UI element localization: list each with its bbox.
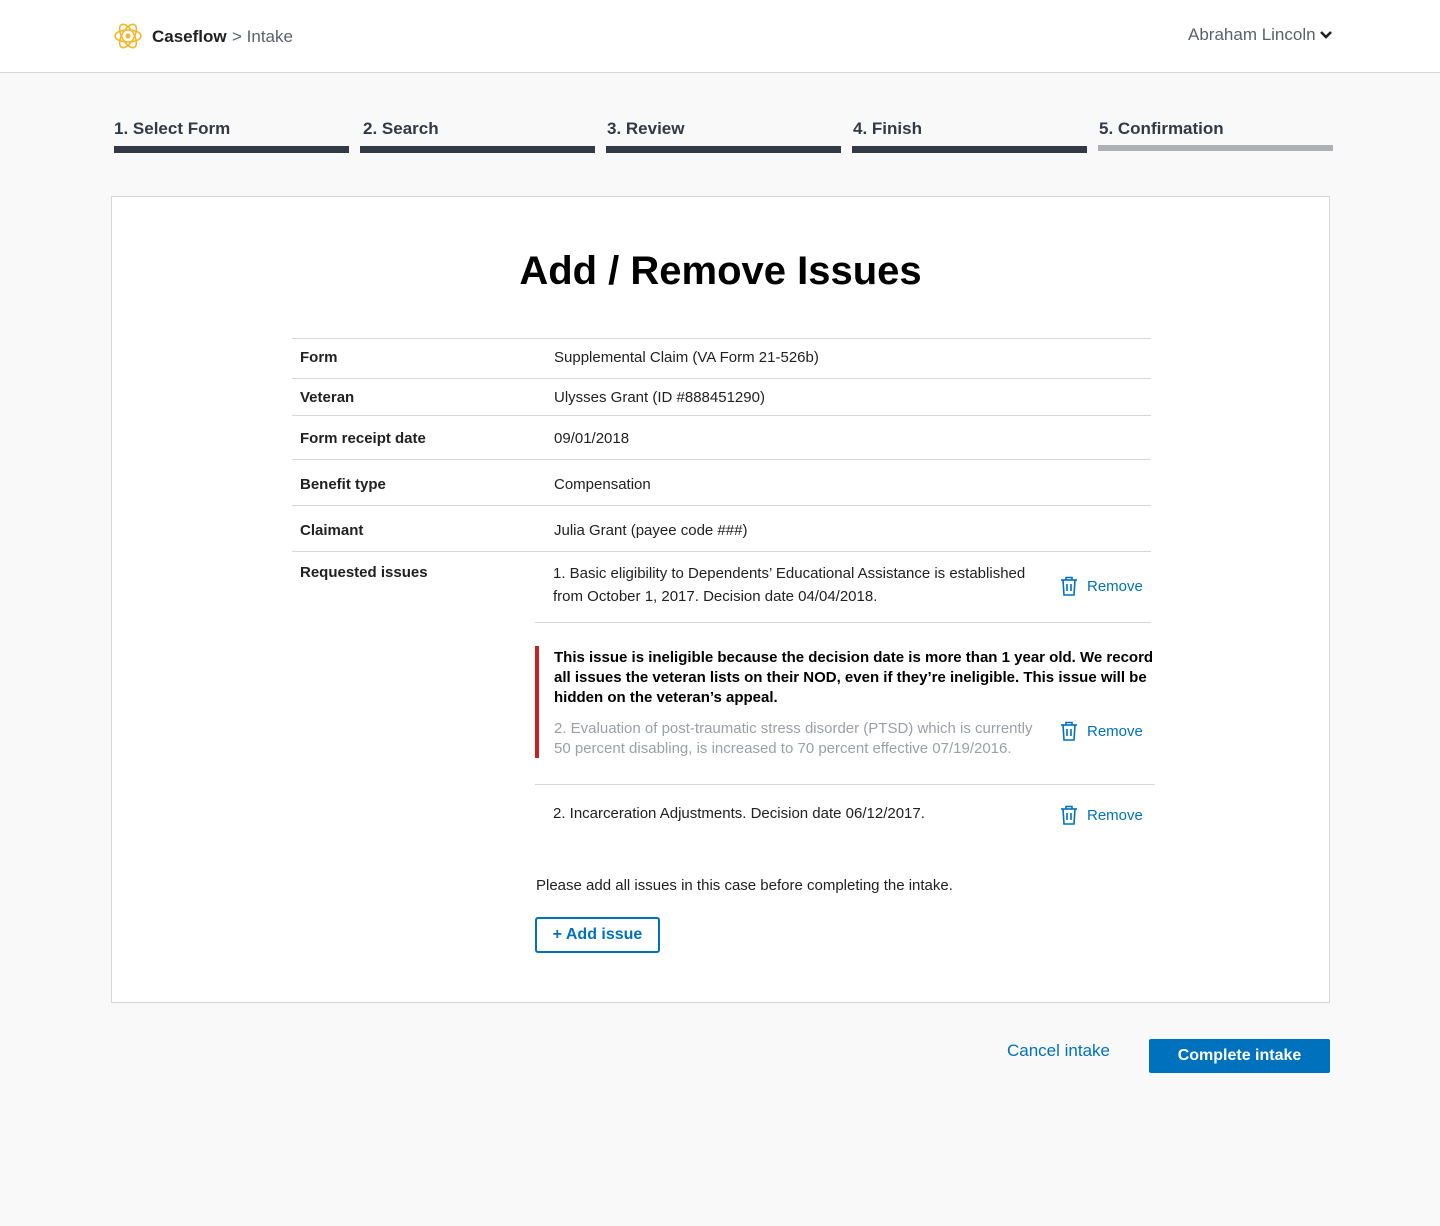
issue-divider — [535, 622, 1151, 623]
complete-intake-button[interactable]: Complete intake — [1149, 1039, 1330, 1073]
detail-value: Supplemental Claim (VA Form 21-526b) — [554, 349, 819, 366]
issue-line: from October 1, 2017. Decision date 04/0… — [553, 588, 878, 605]
remove-issue-3-button[interactable]: Remove — [1060, 805, 1143, 825]
step-progress-bar — [606, 146, 841, 153]
issue-line: 50 percent disabling, is increased to 70… — [554, 740, 1012, 757]
detail-label: Form receipt date — [300, 430, 426, 447]
details-table: Form Supplemental Claim (VA Form 21-526b… — [292, 338, 1151, 581]
detail-value: Ulysses Grant (ID #888451290) — [554, 389, 765, 406]
issue-line: 2. Evaluation of post-traumatic stress d… — [554, 720, 1033, 737]
step-progress-bar — [114, 146, 349, 153]
issue-3-text: 2. Incarceration Adjustments. Decision d… — [553, 802, 925, 825]
requested-issues-label: Requested issues — [300, 564, 428, 581]
detail-value: Compensation — [554, 476, 651, 493]
detail-row-receipt-date: Form receipt date 09/01/2018 — [292, 415, 1151, 459]
issue-2-text: 2. Evaluation of post-traumatic stress d… — [554, 719, 1033, 759]
add-issue-button[interactable]: + Add issue — [535, 917, 660, 953]
trash-icon — [1061, 721, 1077, 741]
remove-label: Remove — [1087, 722, 1143, 740]
ineligible-issue-block: This issue is ineligible because the dec… — [535, 646, 1155, 758]
step-progress-bar — [360, 146, 595, 153]
detail-row-form: Form Supplemental Claim (VA Form 21-526b… — [292, 338, 1151, 378]
chevron-down-icon[interactable] — [1319, 28, 1333, 42]
step-label: 1. Select Form — [114, 119, 231, 138]
remove-issue-1-button[interactable]: Remove — [1060, 576, 1143, 596]
detail-label: Form — [300, 349, 338, 366]
detail-label: Claimant — [300, 522, 364, 539]
step-label: 3. Review — [607, 119, 685, 138]
issue-divider — [535, 784, 1155, 785]
intake-card: Add / Remove Issues Form Supplemental Cl… — [111, 196, 1330, 1003]
ineligible-message: This issue is ineligible because the dec… — [554, 649, 1154, 706]
app-header: Caseflow > Intake Abraham Lincoln — [0, 0, 1440, 73]
issue-line: 1. Basic eligibility to Dependents’ Educ… — [553, 565, 1026, 582]
issue-line: 2. Incarceration Adjustments. Decision d… — [553, 805, 925, 822]
detail-label: Benefit type — [300, 476, 386, 493]
detail-row-benefit-type: Benefit type Compensation — [292, 459, 1151, 505]
step-label: 4. Finish — [853, 119, 922, 138]
remove-issue-2-button[interactable]: Remove — [1060, 721, 1143, 741]
remove-label: Remove — [1087, 806, 1143, 824]
step-label: 2. Search — [363, 119, 439, 138]
brand-name[interactable]: Caseflow — [152, 27, 227, 47]
breadcrumb: > Intake — [232, 27, 293, 46]
helper-text: Please add all issues in this case befor… — [536, 877, 953, 894]
detail-label: Veteran — [300, 389, 355, 406]
user-menu-name[interactable]: Abraham Lincoln — [1188, 25, 1316, 45]
detail-value: Julia Grant (payee code ###) — [554, 522, 748, 539]
detail-value: 09/01/2018 — [554, 430, 630, 447]
step-progress-bar — [852, 146, 1087, 153]
detail-row-claimant: Claimant Julia Grant (payee code ###) — [292, 505, 1151, 551]
trash-icon — [1061, 576, 1077, 596]
detail-row-veteran: Veteran Ulysses Grant (ID #888451290) — [292, 378, 1151, 415]
issue-1-text: 1. Basic eligibility to Dependents’ Educ… — [553, 562, 1025, 608]
page-title: Add / Remove Issues — [519, 249, 922, 293]
step-label: 5. Confirmation — [1099, 119, 1224, 138]
caseflow-logo-icon[interactable] — [112, 20, 144, 52]
remove-label: Remove — [1087, 577, 1143, 595]
trash-icon — [1061, 805, 1077, 825]
cancel-intake-link[interactable]: Cancel intake — [1007, 1041, 1110, 1061]
detail-row-issues-top: Requested issues — [292, 551, 1151, 581]
step-progress-bar — [1098, 145, 1333, 151]
